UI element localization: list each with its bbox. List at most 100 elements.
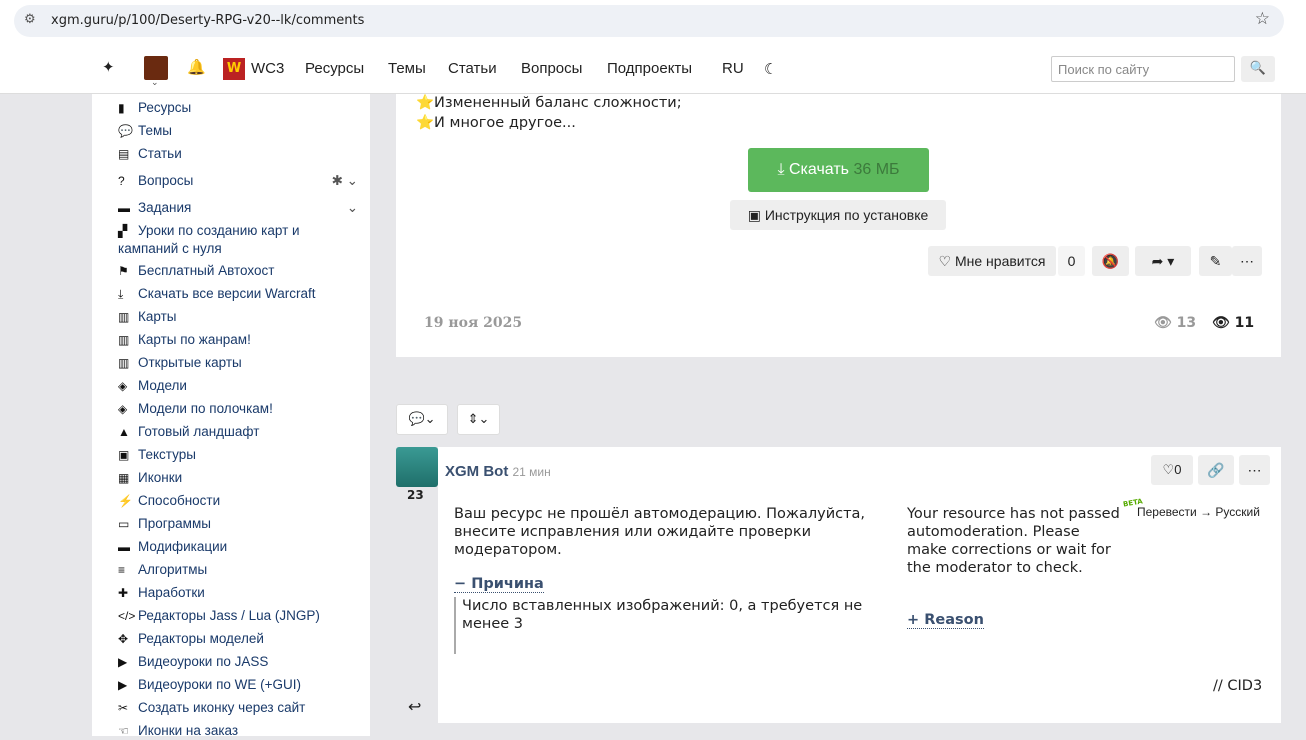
url-text[interactable]: xgm.guru/p/100/Deserty-RPG-v20--lk/comme… xyxy=(51,13,364,28)
comment-card: XGM Bot 21 мин ♡0 🔗 ⋯ Ваш ресурс не прош… xyxy=(438,447,1281,723)
sidebar-item-icon: ▥ xyxy=(118,310,130,324)
sidebar-item-icon: ≡ xyxy=(118,563,126,577)
nav-wc3[interactable]: WC3 xyxy=(251,60,284,77)
sidebar-item[interactable]: ⤓ Скачать все версии Warcraft xyxy=(118,285,358,303)
sidebar-item-label: Способности xyxy=(138,493,221,508)
sidebar: ▮ Ресурсы 💬 Темы ▤ Статьи? Вопросы ✱ ⌄ ▬ Задания ⌄… xyxy=(92,94,370,738)
comment-like-button[interactable]: ♡0 xyxy=(1151,455,1193,485)
sidebar-item[interactable]: ✚ Наработки xyxy=(118,584,358,602)
download-size: 36 МБ xyxy=(853,161,900,178)
like-count: 0 xyxy=(1058,246,1085,276)
sidebar-item-label: Модификации xyxy=(138,539,228,554)
reason-ru-toggle[interactable]: − Причина xyxy=(454,576,544,593)
sidebar-item[interactable]: ▣ Текстуры xyxy=(118,446,358,464)
reply-icon[interactable]: ↩ xyxy=(408,697,421,716)
sidebar-item-label: Редакторы Jass / Lua (JNGP) xyxy=(138,608,320,623)
sidebar-item[interactable]: ▥ Открытые карты xyxy=(118,354,358,372)
sort-toggle[interactable]: ⇕⌄ xyxy=(457,404,500,435)
sidebar-item[interactable]: ▭ Программы xyxy=(118,515,358,533)
sidebar-item[interactable]: ⚑ Бесплатный Автохост xyxy=(118,262,358,280)
reason-en-toggle[interactable]: + Reason xyxy=(907,612,984,629)
sidebar-item[interactable]: ▥ Карты по жанрам! xyxy=(118,331,358,349)
nav-questions[interactable]: Вопросы xyxy=(521,60,582,77)
post-date: 19 ноя 2025 xyxy=(424,315,523,331)
sidebar-item-label: Программы xyxy=(138,516,211,531)
sidebar-item-icon: ▶ xyxy=(118,655,128,669)
sidebar-item-label: Алгоритмы xyxy=(138,562,208,577)
nav-language[interactable]: RU xyxy=(722,60,744,77)
more-icon[interactable]: ⋯ xyxy=(1232,246,1262,276)
sidebar-item[interactable]: ◈ Модели по полочкам! xyxy=(118,400,358,418)
sidebar-item[interactable]: ? Вопросы ✱ ⌄ xyxy=(118,172,358,190)
sidebar-item[interactable]: ▲ Готовый ландшафт xyxy=(118,423,358,441)
sidebar-item[interactable]: ✥ Редакторы моделей xyxy=(118,630,358,648)
sidebar-item-icon: ✂ xyxy=(118,701,129,715)
chevron-down-icon[interactable]: ⌄ xyxy=(347,199,358,216)
post-line: ⭐Измененный баланс сложности; xyxy=(416,95,682,111)
sidebar-item[interactable]: ▶ Видеоуроки по WE (+GUI) xyxy=(118,676,358,694)
nav-topics[interactable]: Темы xyxy=(388,60,426,77)
logo-icon[interactable]: ✦ xyxy=(102,58,115,76)
sidebar-item[interactable]: ▬ Модификации xyxy=(118,538,358,556)
sidebar-item[interactable]: </> Редакторы Jass / Lua (JNGP) xyxy=(118,607,358,625)
box-icon: ▣ xyxy=(747,207,761,223)
sidebar-item-label: Бесплатный Автохост xyxy=(138,263,275,278)
sidebar-item[interactable]: ▮ Ресурсы xyxy=(118,99,358,117)
sidebar-item[interactable]: ▬ Задания ⌄ xyxy=(118,199,358,217)
dark-mode-moon-icon[interactable]: ☾ xyxy=(764,60,777,78)
sidebar-item-icon: ▬ xyxy=(118,201,130,215)
bell-icon[interactable]: 🔔 xyxy=(187,58,206,76)
views-a: 13 xyxy=(1176,315,1197,331)
post-card: ⭐Измененный баланс сложности; ⭐И многое … xyxy=(396,94,1281,357)
sidebar-item-label: Ресурсы xyxy=(138,100,192,115)
edit-pencil-icon[interactable]: ✎ xyxy=(1199,246,1232,276)
sidebar-item[interactable]: ▤ Статьи xyxy=(118,145,358,163)
sidebar-item-icon: ✚ xyxy=(118,586,129,600)
download-button[interactable]: ⤓ Скачать 36 МБ xyxy=(748,148,929,192)
sidebar-item[interactable]: 💬 Темы xyxy=(118,122,358,140)
views-unique: 👁 11 xyxy=(1212,315,1254,331)
sidebar-item[interactable]: ⚡ Способности xyxy=(118,492,358,510)
sidebar-item-label: Наработки xyxy=(138,585,205,600)
permalink-link-icon[interactable]: 🔗 xyxy=(1198,455,1234,485)
sidebar-item-label: Видеоуроки по WE (+GUI) xyxy=(138,677,302,692)
comment-author[interactable]: XGM Bot xyxy=(445,463,508,480)
sidebar-item[interactable]: ◈ Модели xyxy=(118,377,358,395)
sidebar-item[interactable]: ▞ Уроки по созданию карт и кампаний с нул… xyxy=(118,222,358,257)
bookmark-star-icon[interactable]: ☆ xyxy=(1255,9,1270,29)
site-info-icon[interactable]: ⚙ xyxy=(24,12,36,27)
sidebar-item-icon: ▣ xyxy=(118,448,130,462)
nav-articles[interactable]: Статьи xyxy=(448,60,497,77)
comment-more-icon[interactable]: ⋯ xyxy=(1239,455,1270,485)
avatar[interactable] xyxy=(396,447,438,487)
install-label: Инструкция по установке xyxy=(764,207,929,223)
sidebar-item-icon: ◈ xyxy=(118,379,128,393)
sidebar-item-label: Вопросы xyxy=(138,173,194,188)
comments-view-toggle[interactable]: 💬⌄ xyxy=(396,404,448,435)
sidebar-item[interactable]: ≡ Алгоритмы xyxy=(118,561,358,579)
sidebar-item-icon: </> xyxy=(118,609,136,623)
sidebar-item-icon: ▮ xyxy=(118,101,125,115)
sidebar-item-label: Карты по жанрам! xyxy=(138,332,251,347)
translate-link[interactable]: Перевести → Русский xyxy=(1137,505,1260,519)
sidebar-item[interactable]: ▥ Карты xyxy=(118,308,358,326)
sidebar-item-label: Модели по полочкам! xyxy=(138,401,273,416)
reason-ru-text: Число вставленных изображений: 0, а треб… xyxy=(454,597,884,654)
nav-resources[interactable]: Ресурсы xyxy=(305,60,364,77)
nav-subprojects[interactable]: Подпроекты xyxy=(607,60,692,77)
search-input[interactable]: Поиск по сайту xyxy=(1051,56,1235,82)
search-button[interactable]: 🔍 xyxy=(1241,56,1275,82)
user-level: 23 xyxy=(407,488,424,502)
sidebar-item[interactable]: ✂ Создать иконку через сайт xyxy=(118,699,358,717)
install-instructions-button[interactable]: ▣ Инструкция по установке xyxy=(730,200,946,230)
chevron-down-icon[interactable]: ✱ ⌄ xyxy=(332,172,358,189)
sidebar-item[interactable]: ▶ Видеоуроки по JASS xyxy=(118,653,358,671)
comment-time[interactable]: 21 мин xyxy=(513,465,551,479)
mute-bell-icon[interactable]: 🔕 xyxy=(1092,246,1129,276)
like-button[interactable]: ♡ Мне нравится xyxy=(928,246,1056,276)
user-avatar[interactable] xyxy=(144,56,168,80)
share-button[interactable]: ➦ ▾ xyxy=(1135,246,1191,276)
sidebar-item[interactable]: ☜ Иконки на заказ xyxy=(118,722,358,740)
sidebar-item-icon: 💬 xyxy=(118,124,133,138)
sidebar-item[interactable]: ▦ Иконки xyxy=(118,469,358,487)
